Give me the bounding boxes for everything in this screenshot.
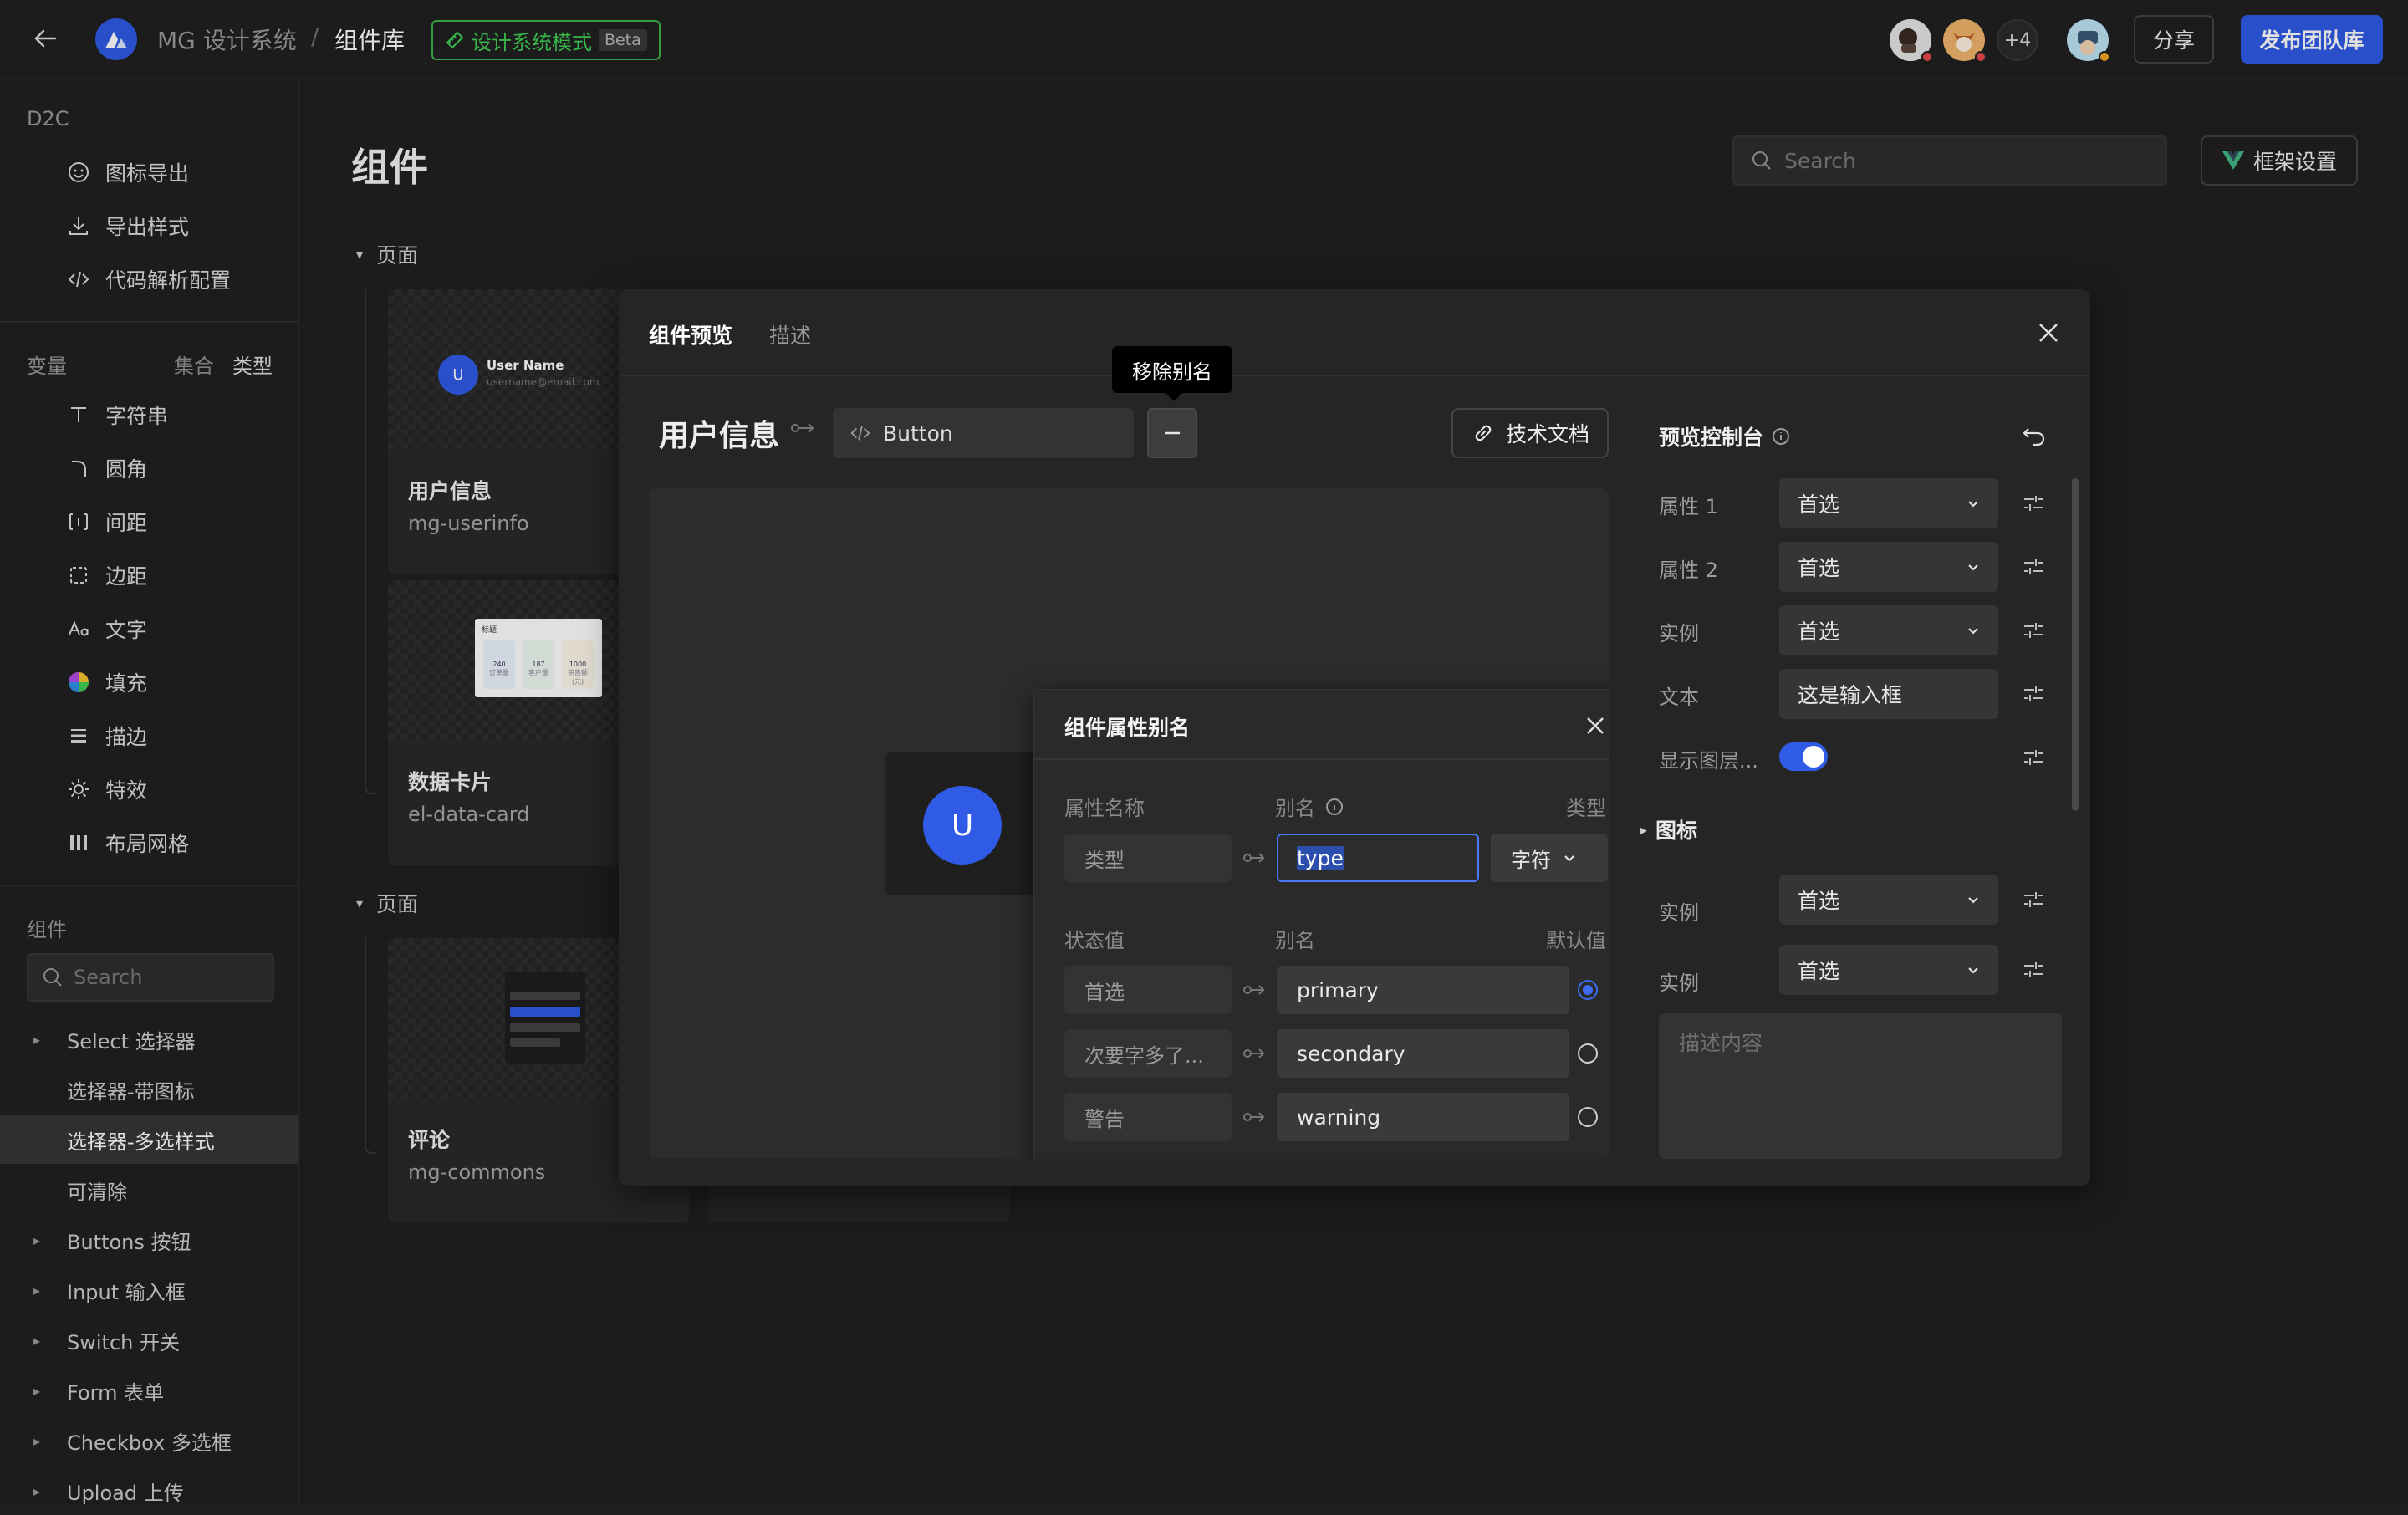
info-icon[interactable] <box>1772 427 1790 446</box>
remove-alias-tooltip: 移除别名 <box>1112 346 1232 401</box>
property-1-select[interactable]: 首选 <box>1779 478 1998 528</box>
tech-doc-button[interactable]: 技术文档 <box>1451 408 1609 458</box>
control-label: 文本 <box>1659 686 1699 709</box>
minus-icon <box>1165 431 1180 435</box>
select-value: 首选 <box>1798 889 1840 913</box>
select-value: 首选 <box>1798 959 1840 983</box>
default-radio[interactable] <box>1578 1107 1598 1127</box>
text-input-value: 这是输入框 <box>1798 683 1903 707</box>
preview-console-label: 预览控制台 <box>1659 426 1764 450</box>
chevron-down-icon <box>1968 501 1978 508</box>
property-2-select[interactable]: 首选 <box>1779 542 1998 592</box>
show-layer-toggle[interactable] <box>1779 742 1828 771</box>
icon-section-header[interactable]: ▸ 图标 <box>1640 814 1697 844</box>
preview-console-title: 预览控制台 <box>1659 421 1790 451</box>
state-key-cell: 警告 <box>1064 1093 1232 1141</box>
control-label: 显示图层... <box>1659 749 1758 773</box>
link-arrow-icon <box>1243 1048 1265 1058</box>
remove-alias-button[interactable] <box>1147 408 1197 458</box>
col-alias: 别名 <box>1275 929 1315 952</box>
control-panel-scrollbar[interactable] <box>2072 478 2079 811</box>
select-value: 首选 <box>1798 620 1840 644</box>
link-icon <box>1475 425 1492 441</box>
col-default: 默认值 <box>1546 929 1606 952</box>
prop-alias-input[interactable]: type <box>1277 834 1479 882</box>
state-key-cell: 次要字多了... <box>1064 1029 1232 1078</box>
adjust-sliders-icon[interactable] <box>2022 682 2045 706</box>
reset-undo-icon[interactable] <box>2020 421 2048 450</box>
code-icon <box>850 426 870 441</box>
prop-type-value: 字符 <box>1511 848 1551 872</box>
col-state: 状态值 <box>1064 929 1125 952</box>
icon-instance-select[interactable]: 首选 <box>1779 945 1998 995</box>
preview-avatar: U <box>923 786 1002 865</box>
control-label: 实例 <box>1659 972 1699 995</box>
prop-alias-value: type <box>1297 845 1344 870</box>
close-icon[interactable] <box>2033 318 2064 348</box>
link-arrow-icon <box>1243 1112 1265 1122</box>
description-textarea[interactable]: 描述内容 <box>1659 1013 2062 1159</box>
state-alias-input[interactable]: secondary <box>1277 1029 1569 1078</box>
caret-right-icon: ▸ <box>1640 821 1648 838</box>
icon-section-label: 图标 <box>1656 819 1698 843</box>
component-preview-modal: 组件预览 描述 用户信息 Button 移除别名 技术文档 U 组件属性别名 属… <box>619 289 2090 1186</box>
chevron-down-icon <box>1564 855 1574 862</box>
component-title: 用户信息 <box>659 419 780 453</box>
instance-select[interactable]: 首选 <box>1779 605 1998 655</box>
component-code-value: Button <box>883 421 953 446</box>
tab-component-preview[interactable]: 组件预览 <box>649 319 732 349</box>
col-prop-name: 属性名称 <box>1064 797 1145 820</box>
alias-popup-divider <box>1034 758 1609 760</box>
control-label: 实例 <box>1659 901 1699 925</box>
text-input[interactable]: 这是输入框 <box>1779 669 1998 719</box>
col-alias: 别名 <box>1275 792 1344 821</box>
adjust-sliders-icon[interactable] <box>2022 619 2045 642</box>
control-label: 属性 2 <box>1659 559 1718 582</box>
link-arrow-icon <box>1243 853 1265 863</box>
prop-type-select[interactable]: 字符 <box>1491 834 1608 882</box>
link-arrow-icon <box>791 420 816 436</box>
control-label: 实例 <box>1659 622 1699 645</box>
tab-description[interactable]: 描述 <box>769 319 811 349</box>
default-radio-selected[interactable] <box>1578 980 1598 1000</box>
chevron-down-icon <box>1968 628 1978 635</box>
component-code-field[interactable]: Button <box>833 408 1134 458</box>
state-key-cell: 首选 <box>1064 966 1232 1014</box>
col-type: 类型 <box>1566 797 1606 820</box>
chevron-down-icon <box>1968 897 1978 904</box>
prop-key-cell: 类型 <box>1064 834 1232 882</box>
alias-popup-title: 组件属性别名 <box>1064 716 1191 740</box>
state-alias-input[interactable]: warning <box>1277 1093 1569 1141</box>
component-alias-popup: 组件属性别名 属性名称 别名 类型 类型 type 字符 状态值 别名 默认值 … <box>1033 689 1609 1159</box>
close-icon[interactable] <box>1583 713 1608 738</box>
default-radio[interactable] <box>1578 1043 1598 1064</box>
link-arrow-icon <box>1243 985 1265 995</box>
adjust-sliders-icon[interactable] <box>2022 958 2045 982</box>
chevron-down-icon <box>1968 967 1978 974</box>
adjust-sliders-icon[interactable] <box>2022 888 2045 911</box>
preview-canvas: U 组件属性别名 属性名称 别名 类型 类型 type 字符 状态值 别名 默认… <box>649 488 1609 1159</box>
tech-doc-label: 技术文档 <box>1505 422 1589 446</box>
adjust-sliders-icon[interactable] <box>2022 555 2045 579</box>
select-value: 首选 <box>1798 556 1840 580</box>
chevron-down-icon <box>1968 564 1978 571</box>
select-value: 首选 <box>1798 492 1840 517</box>
col-alias-label: 别名 <box>1275 797 1315 820</box>
adjust-sliders-icon[interactable] <box>2022 492 2045 515</box>
control-label: 属性 1 <box>1659 495 1718 518</box>
state-alias-input[interactable]: primary <box>1277 966 1569 1014</box>
modal-tab-bar: 组件预览 描述 <box>619 289 2090 376</box>
adjust-sliders-icon[interactable] <box>2022 746 2045 769</box>
info-icon[interactable] <box>1325 798 1344 816</box>
icon-instance-select[interactable]: 首选 <box>1779 875 1998 925</box>
